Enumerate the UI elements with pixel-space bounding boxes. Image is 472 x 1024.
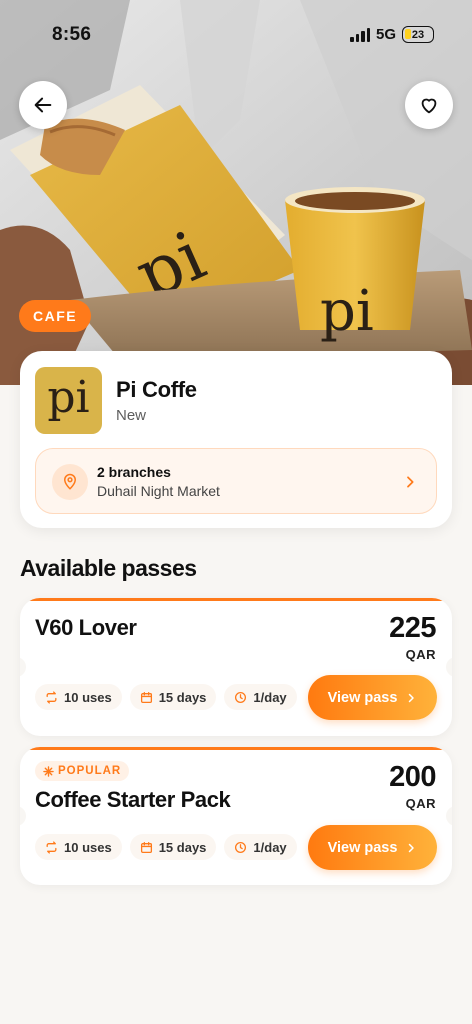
pass-card[interactable]: POPULAR Coffee Starter Pack 200 QAR 10 u… <box>20 747 452 885</box>
repeat-icon <box>46 840 57 854</box>
map-pin-icon <box>52 464 88 500</box>
signal-icon <box>350 27 370 42</box>
view-pass-button[interactable]: View pass <box>308 825 437 870</box>
venue-logo-text: pi <box>47 371 90 423</box>
battery-level: 23 <box>411 28 425 41</box>
svg-text:pi: pi <box>320 279 374 344</box>
status-icons: 5G 23 <box>350 26 435 43</box>
chevron-right-icon <box>409 693 415 702</box>
network-type: 5G <box>376 26 397 43</box>
pass-currency: QAR <box>405 796 436 811</box>
uses-label: 10 uses <box>64 839 112 855</box>
view-pass-button[interactable]: View pass <box>308 675 437 720</box>
clock-icon <box>235 841 247 853</box>
duration-label: 15 days <box>158 839 207 855</box>
battery-icon: 23 <box>402 26 435 43</box>
pass-features: 10 uses 15 days 1/day <box>35 684 297 710</box>
branches-count: 2 branches <box>97 464 171 480</box>
pass-price: 200 <box>389 761 436 793</box>
sparkle-icon <box>43 765 54 777</box>
uses-chip: 10 uses <box>35 684 122 710</box>
back-button[interactable] <box>19 81 67 129</box>
category-badge: CAFE <box>19 300 92 332</box>
ticket-notch <box>446 657 452 677</box>
pass-name: V60 Lover <box>35 615 137 640</box>
venue-status: New <box>116 407 147 424</box>
branches-row[interactable]: 2 branches Duhail Night Market <box>35 448 437 514</box>
pass-features: 10 uses 15 days 1/day <box>35 834 297 860</box>
branches-location: Duhail Night Market <box>97 483 220 499</box>
uses-chip: 10 uses <box>35 834 122 860</box>
frequency-label: 1/day <box>253 839 287 855</box>
calendar-icon <box>140 691 152 703</box>
heart-icon <box>421 98 437 114</box>
popular-badge: POPULAR <box>35 761 130 781</box>
view-pass-label: View pass <box>327 689 398 706</box>
uses-label: 10 uses <box>64 689 112 705</box>
pass-currency: QAR <box>405 647 436 662</box>
pass-name: Coffee Starter Pack <box>35 787 231 812</box>
status-bar: 8:56 5G 23 <box>0 0 472 70</box>
arrow-left-icon <box>34 97 52 113</box>
venue-card: pi Pi Coffe New 2 branches Duhail Night … <box>20 351 452 528</box>
ticket-notch <box>20 657 26 677</box>
calendar-icon <box>140 841 152 853</box>
status-time: 8:56 <box>52 24 92 45</box>
frequency-chip: 1/day <box>224 684 297 710</box>
pass-price: 225 <box>389 612 436 644</box>
duration-chip: 15 days <box>129 684 217 710</box>
ticket-notch <box>446 806 452 826</box>
section-title: Available passes <box>20 555 197 581</box>
pass-accent-line <box>20 747 452 750</box>
pass-card[interactable]: V60 Lover 225 QAR 10 uses 15 days 1/day … <box>20 598 452 736</box>
ticket-notch <box>20 806 26 826</box>
repeat-icon <box>46 690 57 704</box>
hero-image: pi pi 8:56 5G 23 CAFE <box>0 0 472 385</box>
view-pass-label: View pass <box>327 839 398 856</box>
pass-accent-line <box>20 598 452 601</box>
favorite-button[interactable] <box>405 81 453 129</box>
venue-logo: pi <box>35 367 102 434</box>
venue-name: Pi Coffe <box>116 377 197 402</box>
chevron-right-icon <box>409 843 415 852</box>
popular-label: POPULAR <box>58 765 122 777</box>
frequency-chip: 1/day <box>224 834 297 860</box>
clock-icon <box>235 691 247 703</box>
chevron-right-icon <box>407 476 414 488</box>
duration-chip: 15 days <box>129 834 217 860</box>
duration-label: 15 days <box>158 689 207 705</box>
frequency-label: 1/day <box>253 689 287 705</box>
